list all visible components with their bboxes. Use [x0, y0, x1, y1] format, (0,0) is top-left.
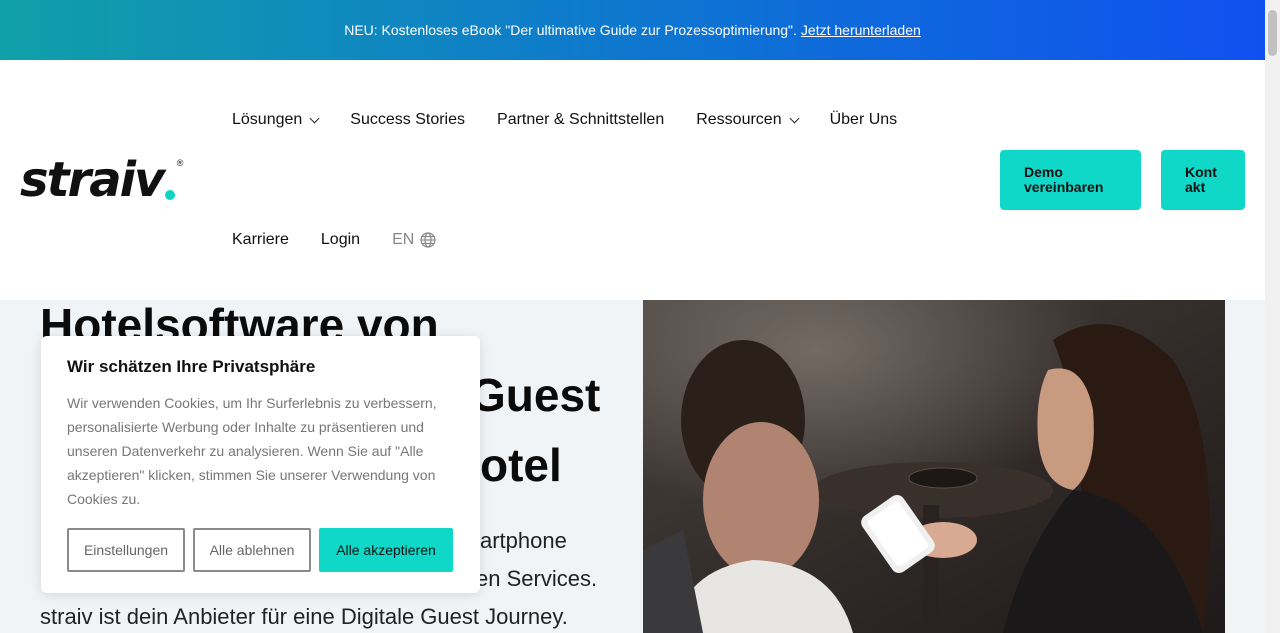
demo-button-line2: vereinbaren [1024, 179, 1104, 195]
announcement-bar: NEU: Kostenloses eBook "Der ultimative G… [0, 0, 1265, 60]
language-label: EN [392, 231, 415, 248]
main-nav-secondary: Karriere Login EN [232, 230, 468, 250]
nav-item-label: Über Uns [829, 111, 898, 128]
nav-item-login[interactable]: Login [321, 231, 360, 249]
cookie-settings-button[interactable]: Einstellungen [67, 528, 185, 572]
scrollbar-thumb[interactable] [1268, 10, 1277, 56]
nav-item-karriere[interactable]: Karriere [232, 231, 289, 249]
demo-button-line1: Demo [1024, 164, 1063, 180]
hero-photo-illustration [643, 300, 1225, 633]
contact-button-line2: akt [1185, 179, 1206, 195]
cookie-consent-dialog: Wir schätzen Ihre Privatsphäre Wir verwe… [41, 336, 480, 593]
nav-item-ueber-uns[interactable]: Über Uns [830, 111, 898, 129]
nav-item-label: Ressourcen [696, 111, 782, 128]
hero-photo [643, 300, 1225, 633]
nav-item-label: Karriere [232, 231, 289, 248]
nav-item-ressourcen[interactable]: Ressourcen [696, 111, 800, 129]
language-switcher[interactable]: EN [392, 231, 436, 249]
announcement-text: NEU: Kostenloses eBook "Der ultimative G… [344, 22, 797, 38]
site-header: straiv ® Lösungen Success Stories Partne… [0, 60, 1265, 300]
nav-item-label: Lösungen [232, 111, 303, 128]
chevron-down-icon [309, 113, 320, 123]
registered-mark: ® [176, 158, 184, 168]
straiv-logo[interactable]: straiv ® [20, 152, 183, 208]
contact-button-line1: Kont [1185, 164, 1217, 180]
nav-item-success-stories[interactable]: Success Stories [350, 111, 465, 129]
hero-text-line3: straiv ist dein Anbieter für eine Digita… [40, 604, 568, 629]
contact-button[interactable]: Kont akt [1161, 150, 1245, 210]
demo-button[interactable]: Demo vereinbaren [1000, 150, 1141, 210]
nav-item-label: Success Stories [350, 111, 466, 128]
cookie-reject-all-button[interactable]: Alle ablehnen [193, 528, 311, 572]
cookie-body: Wir verwenden Cookies, um Ihr Surferlebn… [67, 395, 437, 507]
nav-item-label: Login [320, 231, 361, 248]
cookie-accept-all-button[interactable]: Alle akzeptieren [319, 528, 453, 572]
main-nav-primary: Lösungen Success Stories Partner & Schni… [232, 110, 929, 130]
globe-icon [420, 232, 436, 248]
logo-dot [165, 190, 176, 200]
nav-item-partner[interactable]: Partner & Schnittstellen [497, 111, 664, 129]
chevron-down-icon [789, 113, 800, 123]
page-scrollbar[interactable] [1265, 0, 1280, 633]
logo-wordmark: straiv [20, 152, 165, 208]
cookie-title: Wir schätzen Ihre Privatsphäre [67, 357, 316, 376]
nav-item-label: Partner & Schnittstellen [497, 111, 665, 128]
announcement-download-link[interactable]: Jetzt herunterladen [801, 22, 921, 38]
nav-item-loesungen[interactable]: Lösungen [232, 111, 320, 129]
